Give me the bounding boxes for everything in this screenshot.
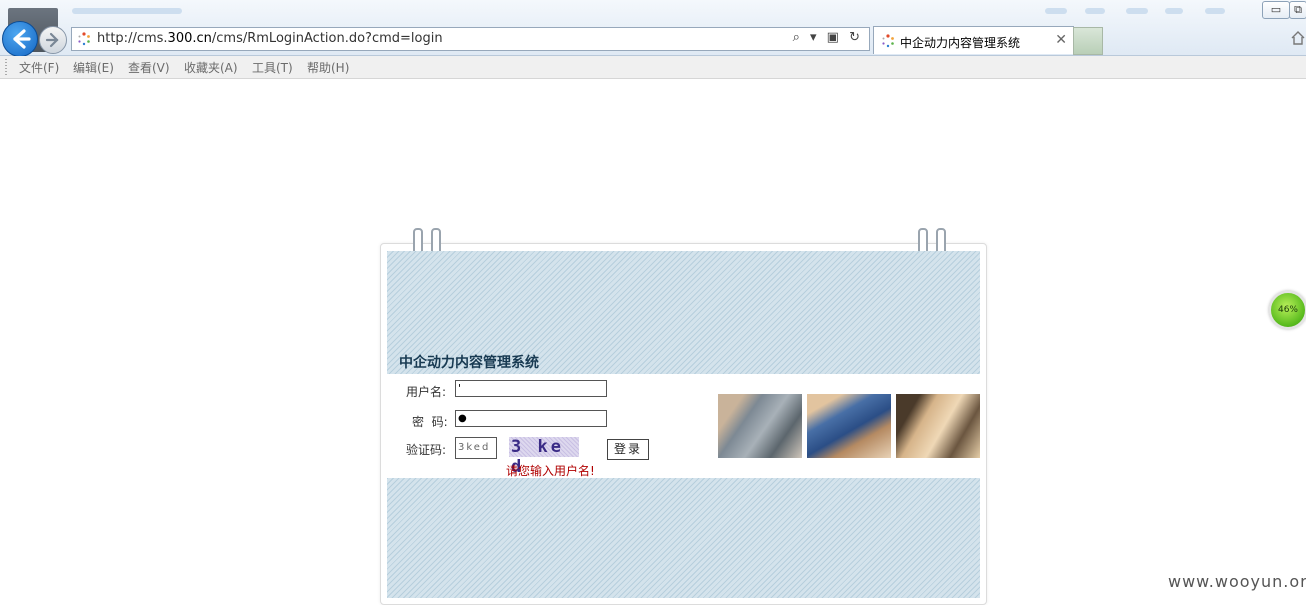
blurred-favorites-bar (60, 2, 1240, 22)
username-input[interactable]: ' (455, 380, 607, 397)
menu-edit[interactable]: 编辑(E) (73, 59, 114, 76)
new-tab-button[interactable] (1073, 27, 1103, 55)
watermark: www.wooyun.org (1168, 572, 1306, 591)
address-bar[interactable]: http://cms.300.cn/cms/RmLoginAction.do?c… (71, 27, 870, 51)
loading-spinner-icon (882, 34, 894, 48)
menu-bar: 文件(F) 编辑(E) 查看(V) 收藏夹(A) 工具(T) 帮助(H) (0, 56, 1306, 79)
photo-person (807, 394, 891, 458)
captcha-label: 验证码: (406, 443, 447, 457)
url-text: http://cms.300.cn/cms/RmLoginAction.do?c… (97, 31, 443, 46)
browser-chrome: ▭ ⧉ http://cms.300.cn/cms/RmLoginAction.… (0, 0, 1306, 57)
tab-title: 中企动力内容管理系统 (900, 36, 1021, 50)
system-title: 中企动力内容管理系统 (399, 355, 539, 371)
menu-help[interactable]: 帮助(H) (307, 59, 349, 76)
home-icon[interactable] (1290, 30, 1306, 46)
footer-banner (387, 478, 980, 598)
photo-laptop (718, 394, 802, 458)
back-button[interactable] (2, 21, 38, 57)
username-label: 用户名: (406, 385, 447, 399)
loading-spinner-icon (78, 32, 90, 46)
password-input[interactable]: ● (455, 410, 607, 427)
menu-favorites[interactable]: 收藏夹(A) (184, 59, 238, 76)
minimize-button[interactable]: ▭ (1262, 1, 1290, 19)
login-button[interactable]: 登录 (607, 439, 649, 460)
close-tab-icon[interactable]: ✕ (1055, 32, 1067, 48)
back-arrow-icon (13, 29, 31, 49)
forward-arrow-icon (45, 32, 59, 48)
tab-active[interactable]: 中企动力内容管理系统 ✕ (873, 26, 1074, 54)
menu-view[interactable]: 查看(V) (128, 59, 170, 76)
forward-button[interactable] (39, 26, 67, 54)
photo-writing (896, 394, 980, 458)
menu-grip (5, 59, 7, 75)
menu-tools[interactable]: 工具(T) (252, 59, 293, 76)
password-label: 密 码: (412, 415, 448, 429)
speed-progress-ball[interactable]: 46% (1269, 291, 1306, 329)
progress-text: 46% (1277, 305, 1298, 315)
error-message: 请您输入用户名! (506, 464, 595, 478)
restore-button[interactable]: ⧉ (1289, 1, 1306, 19)
menu-file[interactable]: 文件(F) (19, 59, 59, 76)
address-controls-icons[interactable]: ⌕ ▾ ▣ ↻ (793, 30, 863, 45)
captcha-image[interactable]: 3 ke d (509, 437, 579, 477)
captcha-input[interactable]: 3ked (455, 437, 497, 459)
